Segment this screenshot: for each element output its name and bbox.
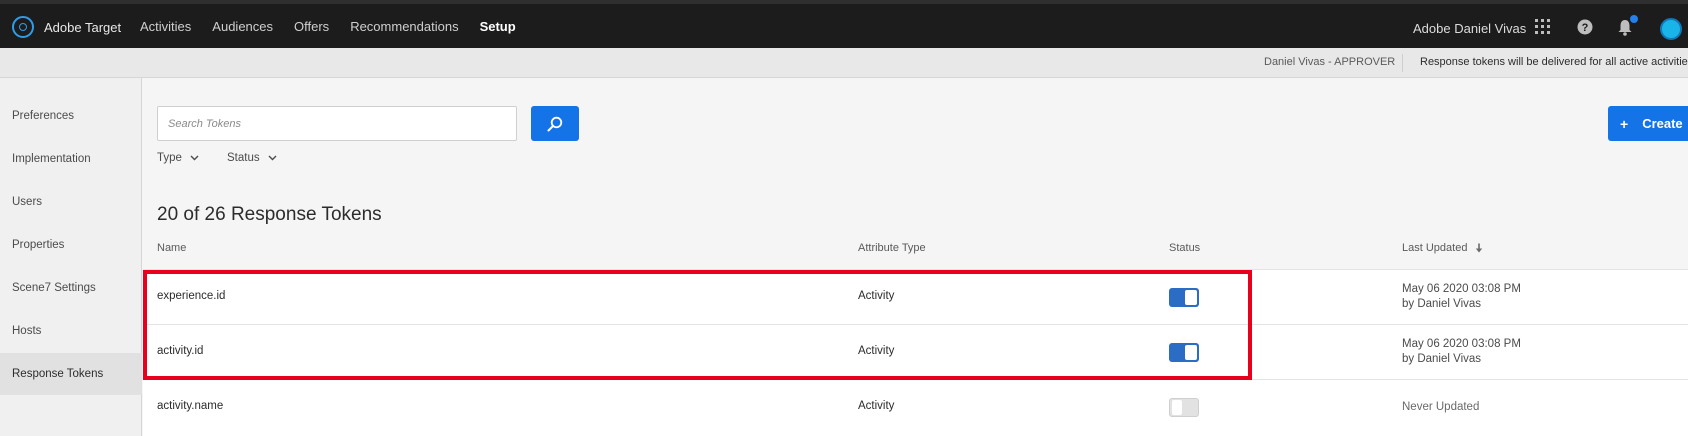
search-input[interactable] bbox=[157, 106, 517, 141]
avatar[interactable] bbox=[1660, 18, 1682, 40]
search-button[interactable] bbox=[531, 106, 579, 141]
last-updated-by: by Daniel Vivas bbox=[1402, 353, 1482, 365]
sub-header-bar: Daniel Vivas - APPROVER Response tokens … bbox=[0, 48, 1688, 78]
top-nav-bar: Adobe Target Activities Audiences Offers… bbox=[0, 0, 1688, 48]
create-button[interactable]: + Create bbox=[1608, 106, 1688, 141]
last-updated-by: by Daniel Vivas bbox=[1402, 298, 1482, 310]
app-switcher-icon[interactable] bbox=[1533, 17, 1553, 37]
user-name[interactable]: Adobe Daniel Vivas bbox=[1413, 21, 1526, 36]
chevron-down-icon bbox=[268, 155, 277, 161]
column-header-label: Status bbox=[1169, 242, 1201, 254]
column-header-name[interactable]: Name bbox=[157, 242, 186, 254]
last-updated-date: Never Updated bbox=[1402, 401, 1480, 413]
status-filter-label: Status bbox=[227, 152, 260, 164]
last-updated-date: May 06 2020 03:08 PM bbox=[1402, 283, 1521, 295]
app-name: Adobe Target bbox=[44, 20, 122, 35]
sidebar-item-response-tokens[interactable]: Response Tokens bbox=[0, 353, 142, 395]
divider bbox=[1402, 54, 1403, 72]
attribute-type: Activity bbox=[858, 400, 895, 412]
token-name[interactable]: activity.name bbox=[157, 400, 223, 412]
table-row[interactable]: experience.id Activity May 06 2020 03:08… bbox=[143, 269, 1688, 324]
type-filter-dropdown[interactable]: Type bbox=[157, 152, 199, 164]
token-name[interactable]: experience.id bbox=[157, 290, 225, 302]
create-button-label: Create bbox=[1642, 116, 1683, 131]
column-header-label: Last Updated bbox=[1402, 242, 1468, 254]
table-row[interactable]: activity.name Activity Never Updated bbox=[143, 379, 1688, 436]
last-updated: Never Updated bbox=[1402, 400, 1479, 415]
column-header-status[interactable]: Status bbox=[1169, 242, 1200, 254]
sort-descending-icon bbox=[1476, 243, 1483, 252]
user-role-label: Daniel Vivas - APPROVER bbox=[1264, 56, 1396, 68]
column-header-label: Attribute Type bbox=[858, 242, 926, 254]
page-title: 20 of 26 Response Tokens bbox=[157, 204, 382, 225]
nav-audiences[interactable]: Audiences bbox=[212, 19, 273, 34]
sidebar-item-properties[interactable]: Properties bbox=[0, 224, 142, 266]
sidebar-item-preferences[interactable]: Preferences bbox=[0, 95, 142, 137]
attribute-type: Activity bbox=[858, 290, 895, 302]
status-toggle[interactable] bbox=[1169, 288, 1199, 307]
nav-activities[interactable]: Activities bbox=[140, 19, 191, 34]
sidebar-item-users[interactable]: Users bbox=[0, 181, 142, 223]
status-filter-dropdown[interactable]: Status bbox=[227, 152, 277, 164]
sidebar-item-hosts[interactable]: Hosts bbox=[0, 310, 142, 352]
chevron-down-icon bbox=[190, 155, 199, 161]
svg-text:?: ? bbox=[1582, 22, 1589, 34]
last-updated: May 06 2020 03:08 PM by Daniel Vivas bbox=[1402, 337, 1521, 367]
column-header-attribute-type[interactable]: Attribute Type bbox=[858, 242, 926, 254]
last-updated: May 06 2020 03:08 PM by Daniel Vivas bbox=[1402, 282, 1521, 312]
delivery-note: Response tokens will be delivered for al… bbox=[1420, 56, 1688, 68]
column-header-last-updated[interactable]: Last Updated bbox=[1402, 242, 1483, 254]
search-icon bbox=[547, 116, 563, 131]
status-toggle[interactable] bbox=[1169, 343, 1199, 362]
plus-icon: + bbox=[1620, 115, 1629, 132]
help-icon[interactable]: ? bbox=[1575, 17, 1595, 37]
sidebar-item-scene7-settings[interactable]: Scene7 Settings bbox=[0, 267, 142, 309]
nav-setup[interactable]: Setup bbox=[480, 19, 516, 34]
status-toggle[interactable] bbox=[1169, 398, 1199, 417]
sidebar-item-implementation[interactable]: Implementation bbox=[0, 138, 142, 180]
adobe-target-logo-icon[interactable] bbox=[12, 16, 34, 38]
column-header-label: Name bbox=[157, 242, 187, 254]
nav-offers[interactable]: Offers bbox=[294, 19, 329, 34]
type-filter-label: Type bbox=[157, 152, 182, 164]
last-updated-date: May 06 2020 03:08 PM bbox=[1402, 338, 1521, 350]
token-name[interactable]: activity.id bbox=[157, 345, 203, 357]
table-row[interactable]: activity.id Activity May 06 2020 03:08 P… bbox=[143, 324, 1688, 379]
main-nav: Activities Audiences Offers Recommendati… bbox=[140, 19, 537, 34]
nav-recommendations[interactable]: Recommendations bbox=[350, 19, 458, 34]
attribute-type: Activity bbox=[858, 345, 895, 357]
notification-badge bbox=[1630, 15, 1638, 23]
setup-sidebar: Preferences Implementation Users Propert… bbox=[0, 78, 142, 436]
